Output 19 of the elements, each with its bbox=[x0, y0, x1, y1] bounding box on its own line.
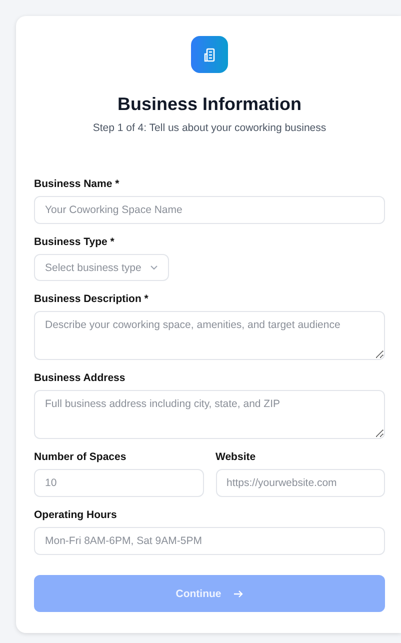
field-label: Business Address bbox=[34, 372, 126, 384]
building-icon bbox=[191, 36, 228, 73]
input-field[interactable]: Your Coworking Space Name bbox=[34, 196, 385, 224]
field-label: Website bbox=[216, 451, 256, 463]
textarea-field[interactable]: Full business address including city, state, and ZIP bbox=[34, 390, 385, 439]
chevron-down-icon bbox=[150, 265, 158, 270]
select-dropdown[interactable]: Select business type bbox=[34, 254, 170, 281]
field-label: Number of Spaces bbox=[34, 451, 126, 463]
input-field[interactable]: Mon-Fri 8AM-6PM, Sat 9AM-5PM bbox=[34, 527, 385, 555]
form-title: Business Information bbox=[117, 93, 302, 116]
field-label: Operating Hours bbox=[34, 509, 117, 521]
field-label: Business Description * bbox=[34, 293, 148, 305]
step-subtitle: Step 1 of 4: Tell us about your coworking business bbox=[92, 122, 326, 134]
input-field[interactable]: 10 bbox=[34, 469, 204, 497]
textarea-field[interactable]: Describe your coworking space, amenities, and target audience bbox=[34, 311, 385, 360]
input-field[interactable]: https://yourwebsite.com bbox=[216, 469, 385, 497]
field-label: Business Name * bbox=[34, 178, 120, 190]
field-label: Business Type * bbox=[34, 236, 114, 248]
arrow-right-icon bbox=[233, 588, 244, 598]
